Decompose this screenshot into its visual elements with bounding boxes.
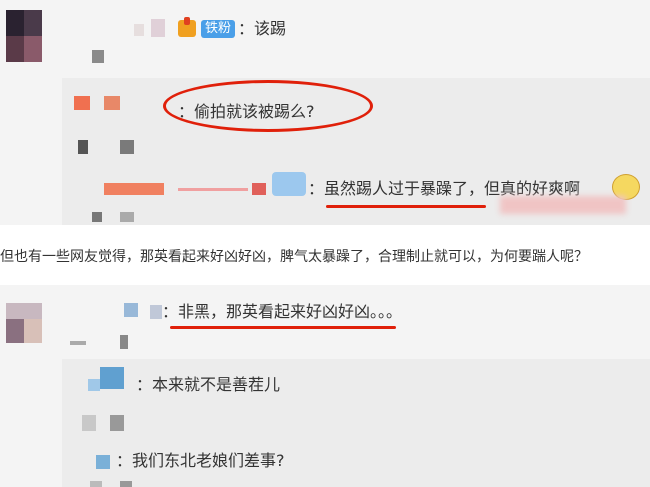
avatar-part — [252, 183, 266, 195]
reply-icon[interactable] — [120, 481, 132, 487]
highlight-underline — [170, 326, 396, 329]
fan-badge: 铁粉 — [201, 20, 236, 38]
reply-icon[interactable] — [120, 140, 134, 154]
avatar[interactable] — [6, 303, 42, 343]
avatar[interactable] — [272, 172, 306, 196]
reply-icon[interactable] — [110, 415, 124, 431]
reply-text: ：本来就不是善茬儿 — [136, 375, 281, 394]
reply-text: ：偷拍就该被踢么? — [178, 102, 315, 121]
avatar[interactable] — [100, 367, 124, 389]
article-caption: 但也有一些网友觉得，那英看起来好凶好凶，脾气太暴躁了，合理制止就可以，为何要踹人… — [0, 249, 588, 265]
reply-text: ：我们东北老娘们差事? — [116, 451, 285, 470]
avatar-part — [88, 379, 100, 391]
gift-icon — [178, 17, 196, 37]
avatar-part — [104, 96, 120, 110]
comment-text: ：非黑，那英看起来好凶好凶。。。 — [162, 302, 403, 321]
reply-icon[interactable] — [120, 212, 134, 222]
comment-screenshot-2: ：非黑，那英看起来好凶好凶。。。 ：本来就不是善茬儿 ：我们东北老娘们差事? — [0, 285, 650, 487]
username-dots — [178, 188, 248, 191]
action-icon[interactable] — [92, 50, 104, 63]
like-icon[interactable] — [90, 481, 102, 487]
reply-text: ：虽然踢人过于暴躁了，但真的好爽啊 — [308, 179, 581, 198]
username-blur[interactable] — [134, 24, 144, 36]
username-blur[interactable] — [104, 183, 164, 195]
username-blur-2 — [150, 305, 162, 319]
action-icon[interactable] — [70, 341, 86, 345]
username-blur[interactable] — [124, 303, 138, 317]
avatar[interactable] — [6, 10, 42, 62]
avatar[interactable] — [74, 96, 90, 110]
avatar[interactable] — [96, 455, 110, 469]
comment-screenshot-1: 铁粉 ：该踢 ：偷拍就该被踢么? ：虽然踢人过于暴躁了，但真的好爽啊 — [0, 0, 650, 225]
blur-patch — [500, 196, 626, 214]
like-icon[interactable] — [78, 140, 88, 154]
comment-text: ：该踢 — [238, 19, 287, 38]
username-blur-2 — [151, 19, 165, 37]
highlight-underline — [326, 205, 486, 208]
like-icon[interactable] — [92, 212, 102, 222]
action-icon-2[interactable] — [120, 335, 128, 349]
like-icon[interactable] — [82, 415, 96, 431]
